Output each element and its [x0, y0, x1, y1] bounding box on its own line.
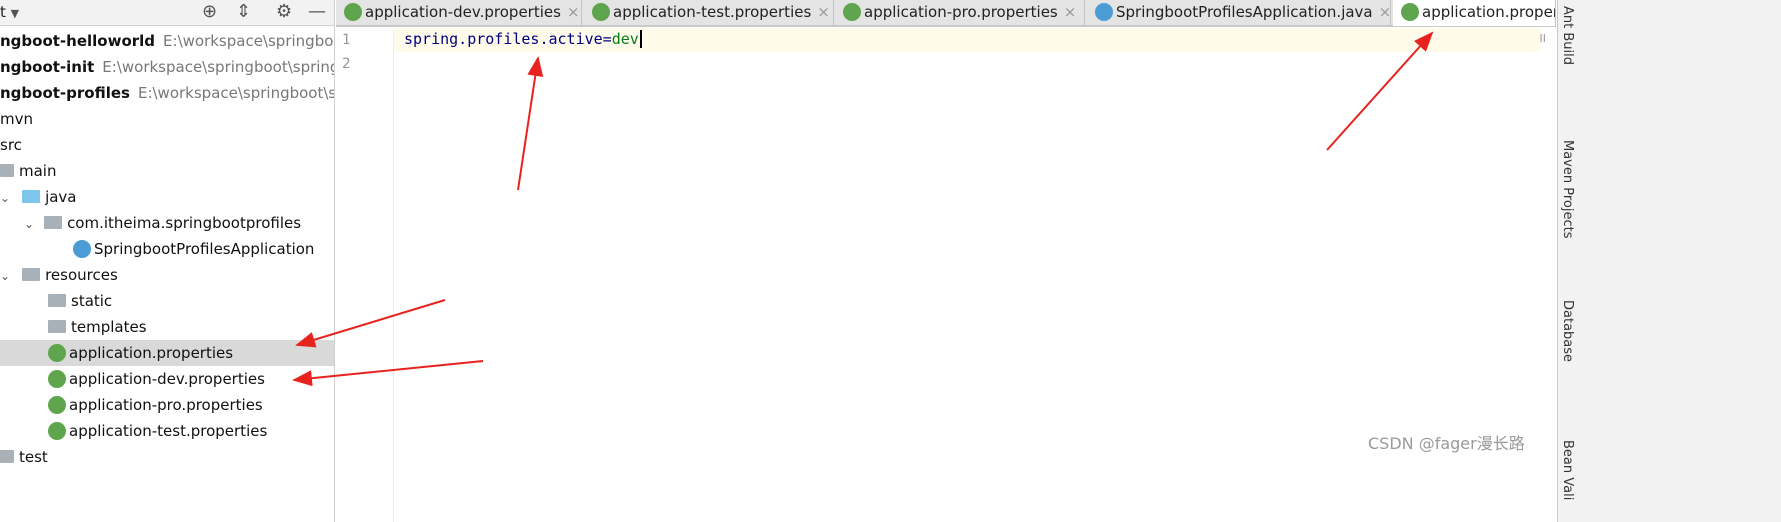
close-icon[interactable]: × — [1379, 3, 1390, 21]
locate-icon[interactable]: ⊕ — [202, 1, 217, 22]
spring-properties-icon — [592, 3, 610, 21]
item-label: SpringbootProfilesApplication — [94, 240, 315, 258]
tree-item-static[interactable]: static — [0, 288, 334, 314]
item-label: test — [19, 448, 48, 466]
tree-item-application-class[interactable]: SpringbootProfilesApplication — [0, 236, 334, 262]
watermark: CSDN @fager漫长路 — [1368, 434, 1525, 453]
right-tool-strip: Ant Build Maven Projects Database Bean V… — [1557, 0, 1781, 522]
item-path: E:\workspace\springboot\springb — [102, 58, 334, 76]
tab-application-properties[interactable]: application.proper — [1393, 0, 1556, 26]
spring-properties-icon — [48, 344, 66, 362]
tree-item-src[interactable]: src — [0, 132, 334, 158]
item-label: static — [71, 292, 113, 310]
item-label: application.properties — [69, 344, 234, 362]
tree-item-application-dev-properties[interactable]: application-dev.properties — [0, 366, 334, 392]
item-path: E:\workspace\springboot\sp — [137, 84, 334, 102]
resources-folder-icon — [22, 268, 41, 281]
item-label: src — [0, 136, 22, 154]
item-label: application-pro.properties — [69, 396, 263, 414]
tab-application-test[interactable]: application-test.properties × — [584, 0, 834, 26]
spring-properties-icon — [843, 3, 861, 21]
tree-item-init[interactable]: ngboot-init E:\workspace\springboot\sprin… — [0, 54, 334, 80]
tree-item-test[interactable]: test — [0, 444, 334, 470]
spring-properties-icon — [48, 422, 66, 440]
close-icon[interactable]: × — [817, 3, 830, 21]
tool-maven-projects[interactable]: Maven Projects — [1560, 140, 1575, 239]
chevron-down-icon[interactable]: ⌄ — [24, 217, 34, 231]
tab-label: application-pro.properties — [864, 3, 1058, 21]
close-icon[interactable]: × — [567, 3, 580, 21]
folder-icon — [0, 164, 14, 177]
inspection-status-icon[interactable]: II — [1540, 32, 1547, 45]
tab-label: application-dev.properties — [365, 3, 561, 21]
chevron-down-icon[interactable]: ⌄ — [0, 191, 10, 205]
tree-item-application-test-properties[interactable]: application-test.properties — [0, 418, 334, 444]
tab-label: SpringbootProfilesApplication.java — [1116, 3, 1373, 21]
tree-item-resources[interactable]: ⌄ resources — [0, 262, 334, 288]
tree-item-main[interactable]: main — [0, 158, 334, 184]
editor-tabs: application-dev.properties × application-… — [336, 0, 1556, 27]
item-label: main — [19, 162, 57, 180]
tool-bean-validation[interactable]: Bean Vali — [1560, 440, 1575, 500]
project-panel-header: t ▼ ⊕ ⇕ ⚙ — — [0, 0, 334, 26]
package-icon — [44, 216, 63, 229]
tab-springboot-application-java[interactable]: SpringbootProfilesApplication.java × — [1087, 0, 1391, 26]
tab-application-pro[interactable]: application-pro.properties × — [835, 0, 1085, 26]
view-selector[interactable]: t ▼ — [0, 3, 19, 21]
line-number: 2 — [342, 56, 351, 72]
tree-item-profiles[interactable]: ngboot-profiles E:\workspace\springboot\s… — [0, 80, 334, 106]
spring-properties-icon — [1401, 3, 1419, 21]
spring-class-icon — [73, 240, 91, 258]
item-label: com.itheima.springbootprofiles — [67, 214, 302, 232]
tree-item-package[interactable]: ⌄ com.itheima.springbootprofiles — [0, 210, 334, 236]
item-path: E:\workspace\springboot\ — [163, 32, 334, 50]
item-label: ngboot-helloworld — [0, 32, 156, 50]
tree-item-application-pro-properties[interactable]: application-pro.properties — [0, 392, 334, 418]
view-label: t — [0, 3, 6, 21]
text-cursor — [639, 30, 642, 48]
tab-application-dev[interactable]: application-dev.properties × — [336, 0, 582, 26]
tool-database[interactable]: Database — [1560, 300, 1575, 362]
tree-item-mvn[interactable]: mvn — [0, 106, 334, 132]
item-label: templates — [71, 318, 147, 336]
folder-icon — [0, 450, 14, 463]
item-label: ngboot-profiles — [0, 84, 130, 102]
property-value: dev — [611, 30, 639, 48]
item-label: application-dev.properties — [69, 370, 265, 388]
spring-class-icon — [1095, 3, 1113, 21]
item-label: resources — [45, 266, 118, 284]
tool-ant-build[interactable]: Ant Build — [1560, 6, 1575, 65]
line-gutter: 1 2 — [336, 28, 394, 522]
tab-label: application-test.properties — [613, 3, 812, 21]
line-number: 1 — [342, 32, 351, 48]
property-key: spring.profiles.active= — [404, 30, 612, 48]
spring-properties-icon — [48, 396, 66, 414]
close-icon[interactable]: × — [1064, 3, 1077, 21]
tree-item-templates[interactable]: templates — [0, 314, 334, 340]
minimize-icon[interactable]: — — [308, 1, 326, 22]
project-panel: t ▼ ⊕ ⇕ ⚙ — ngboot-helloworld E:\workspac… — [0, 0, 335, 522]
gear-icon[interactable]: ⚙ — [276, 1, 292, 22]
tab-label: application.proper — [1422, 3, 1556, 21]
source-folder-icon — [22, 190, 41, 203]
tree-item-helloworld[interactable]: ngboot-helloworld E:\workspace\springboot… — [0, 28, 334, 54]
folder-icon — [48, 294, 66, 307]
chevron-down-icon[interactable]: ⌄ — [0, 269, 10, 283]
folder-icon — [48, 320, 66, 333]
tree-item-java[interactable]: ⌄ java — [0, 184, 334, 210]
tree-item-application-properties[interactable]: application.properties — [0, 340, 334, 366]
collapse-icon[interactable]: ⇕ — [236, 1, 251, 22]
item-label: application-test.properties — [69, 422, 268, 440]
spring-properties-icon — [48, 370, 66, 388]
code-line: spring.profiles.active=dev — [404, 30, 642, 48]
item-label: mvn — [0, 110, 33, 128]
item-label: java — [45, 188, 77, 206]
item-label: ngboot-init — [0, 58, 95, 76]
spring-properties-icon — [344, 3, 362, 21]
